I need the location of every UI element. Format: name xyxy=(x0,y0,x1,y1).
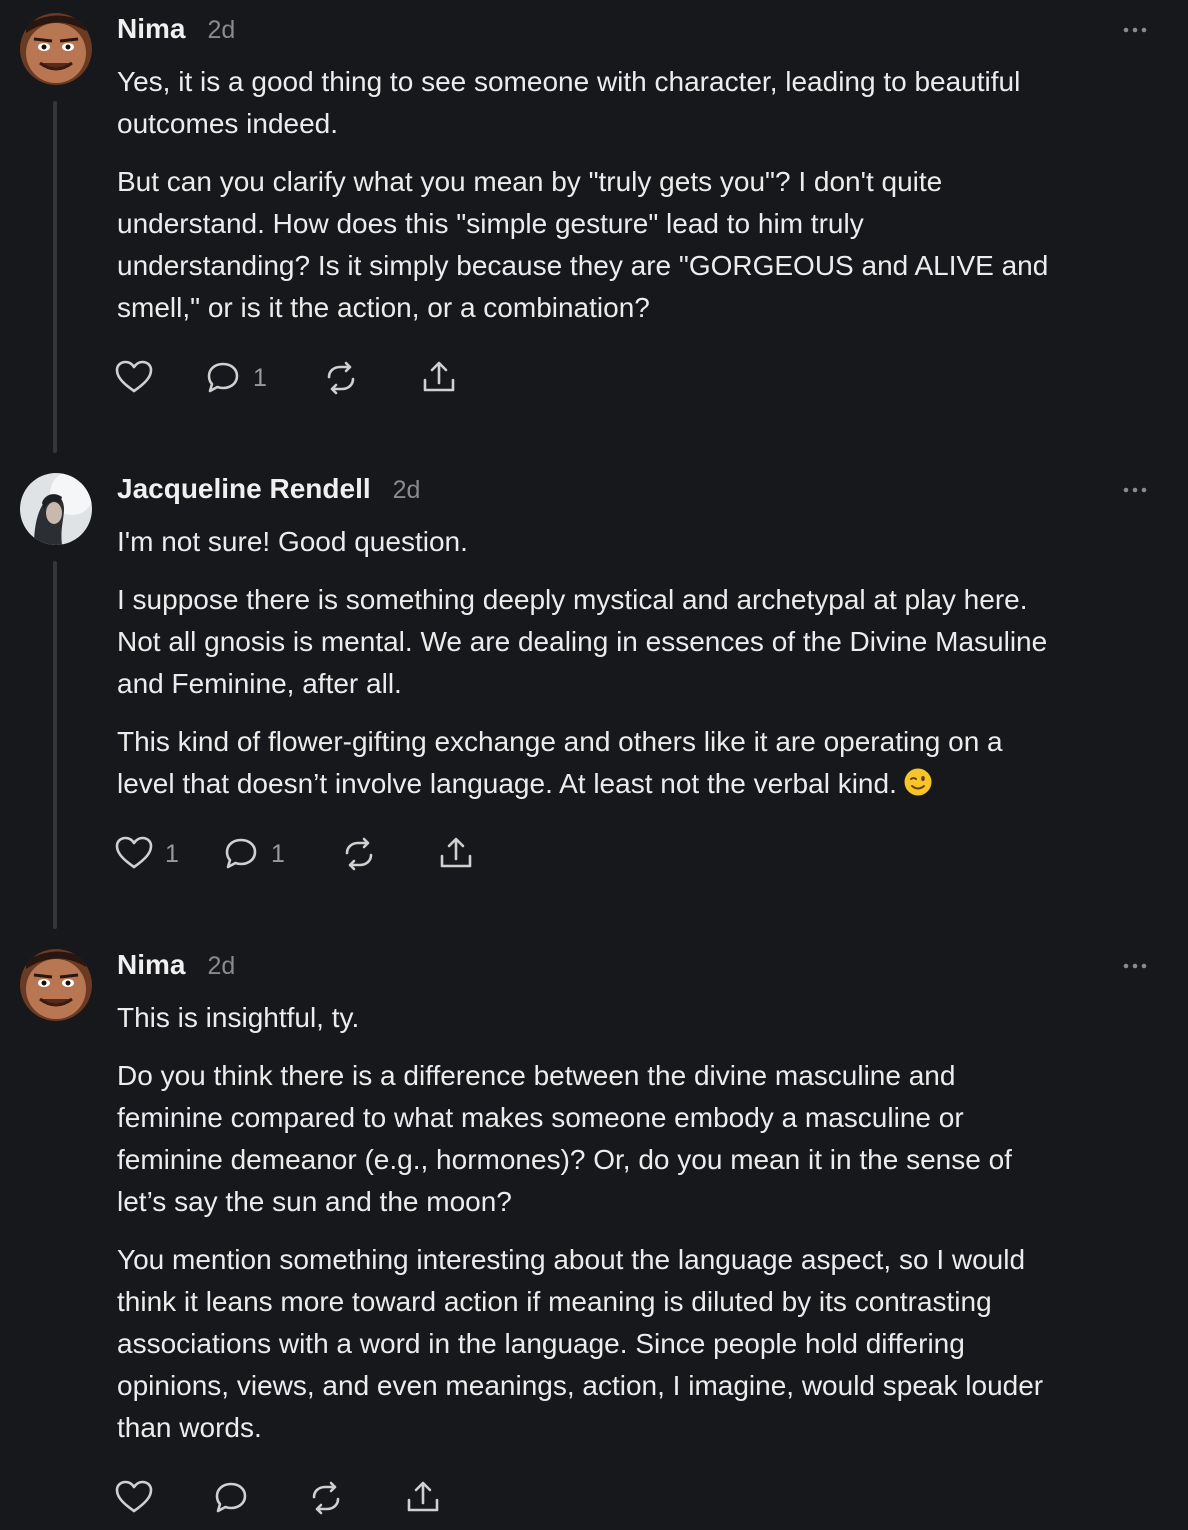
share-icon xyxy=(407,1481,439,1512)
restack-icon xyxy=(345,837,373,871)
winking-face-emoji xyxy=(904,768,932,796)
avatar[interactable] xyxy=(20,13,92,85)
ellipsis-icon xyxy=(1123,487,1147,493)
avatar-face-icon xyxy=(20,13,92,85)
text-line: feminine compared to what makes someone … xyxy=(117,1102,964,1133)
reply-button[interactable]: 1 xyxy=(203,358,267,398)
text-line: Do you think there is a difference betwe… xyxy=(117,1060,956,1091)
comment-paragraph: This is insightful, ty. xyxy=(117,997,1157,1039)
comment-body: I'm not sure! Good question. I suppose t… xyxy=(117,521,1157,821)
like-button[interactable] xyxy=(113,358,155,398)
thread-line xyxy=(53,101,57,453)
thread-line xyxy=(53,561,57,929)
author-name[interactable]: Nima xyxy=(117,13,185,45)
author-name[interactable]: Jacqueline Rendell xyxy=(117,473,371,505)
text-line: I'm not sure! Good question. xyxy=(117,526,468,557)
restack-icon xyxy=(312,1481,340,1515)
comment-paragraph: This kind of flower-gifting exchange and… xyxy=(117,721,1157,805)
comment-paragraph: But can you clarify what you mean by "tr… xyxy=(117,161,1157,329)
comment-paragraph: I'm not sure! Good question. xyxy=(117,521,1157,563)
text-line: You mention something interesting about … xyxy=(117,1244,1026,1275)
text-line: smell," or is it the action, or a combin… xyxy=(117,292,650,323)
ellipsis-icon xyxy=(1123,27,1147,33)
text-line: think it leans more toward action if mea… xyxy=(117,1286,992,1317)
more-options-button[interactable] xyxy=(1118,21,1154,39)
more-options-button[interactable] xyxy=(1118,481,1154,499)
like-count: 1 xyxy=(165,839,179,868)
reply-count: 1 xyxy=(253,363,267,392)
heart-icon xyxy=(115,360,153,393)
text-line-content: level that doesn’t involve language. At … xyxy=(117,768,897,799)
text-line: Yes, it is a good thing to see someone w… xyxy=(117,66,1021,97)
text-line: Not all gnosis is mental. We are dealing… xyxy=(117,626,1048,657)
comment-body: This is insightful, ty. Do you think the… xyxy=(117,997,1157,1465)
restack-button[interactable] xyxy=(339,834,379,874)
comment-paragraph: You mention something interesting about … xyxy=(117,1239,1157,1449)
comment-header: Nima 2d xyxy=(117,949,235,989)
author-name[interactable]: Nima xyxy=(117,949,185,981)
text-line: This kind of flower-gifting exchange and… xyxy=(117,726,1003,757)
timestamp[interactable]: 2d xyxy=(207,952,235,981)
more-options-button[interactable] xyxy=(1118,957,1154,975)
like-button[interactable] xyxy=(113,1478,155,1518)
avatar-face-icon xyxy=(20,949,92,1021)
text-line: associations with a word in the language… xyxy=(117,1328,965,1359)
text-line: But can you clarify what you mean by "tr… xyxy=(117,166,943,197)
comment-body: Yes, it is a good thing to see someone w… xyxy=(117,61,1157,345)
share-icon xyxy=(423,361,455,392)
text-line: I suppose there is something deeply myst… xyxy=(117,584,1028,615)
avatar[interactable] xyxy=(20,949,92,1021)
text-line: level that doesn’t involve language. At … xyxy=(117,763,1157,805)
timestamp[interactable]: 2d xyxy=(393,476,421,505)
share-button[interactable] xyxy=(403,1478,443,1518)
reply-count: 1 xyxy=(271,839,285,868)
comment-bubble-icon xyxy=(207,362,239,393)
restack-button[interactable] xyxy=(306,1478,346,1518)
text-line: feminine demeanor (e.g., hormones)? Or, … xyxy=(117,1144,1012,1175)
avatar-portrait-icon xyxy=(20,473,92,545)
comment-bubble-icon xyxy=(215,1482,247,1513)
comment-header: Nima 2d xyxy=(117,13,235,53)
comment-header: Jacqueline Rendell 2d xyxy=(117,473,420,513)
text-line: understand. How does this "simple gestur… xyxy=(117,208,864,239)
reply-button[interactable]: 1 xyxy=(221,834,285,874)
text-line: than words. xyxy=(117,1412,262,1443)
share-button[interactable] xyxy=(436,834,476,874)
comment-paragraph: Yes, it is a good thing to see someone w… xyxy=(117,61,1157,145)
text-line: let’s say the sun and the moon? xyxy=(117,1186,512,1217)
reply-button[interactable] xyxy=(211,1478,251,1518)
share-button[interactable] xyxy=(419,358,459,398)
comment-paragraph: Do you think there is a difference betwe… xyxy=(117,1055,1157,1223)
restack-icon xyxy=(327,361,355,395)
heart-icon xyxy=(115,1480,153,1513)
text-line: This is insightful, ty. xyxy=(117,1002,360,1033)
comment-bubble-icon xyxy=(225,838,257,869)
ellipsis-icon xyxy=(1123,963,1147,969)
avatar[interactable] xyxy=(20,473,92,545)
text-line: and Feminine, after all. xyxy=(117,668,402,699)
like-button[interactable]: 1 xyxy=(113,834,179,874)
heart-icon xyxy=(115,836,153,869)
timestamp[interactable]: 2d xyxy=(207,16,235,45)
restack-button[interactable] xyxy=(321,358,361,398)
text-line: understanding? Is it simply because they… xyxy=(117,250,1049,281)
share-icon xyxy=(440,837,472,868)
comment-paragraph: I suppose there is something deeply myst… xyxy=(117,579,1157,705)
text-line: outcomes indeed. xyxy=(117,108,339,139)
text-line: opinions, views, and even meanings, acti… xyxy=(117,1370,1044,1401)
